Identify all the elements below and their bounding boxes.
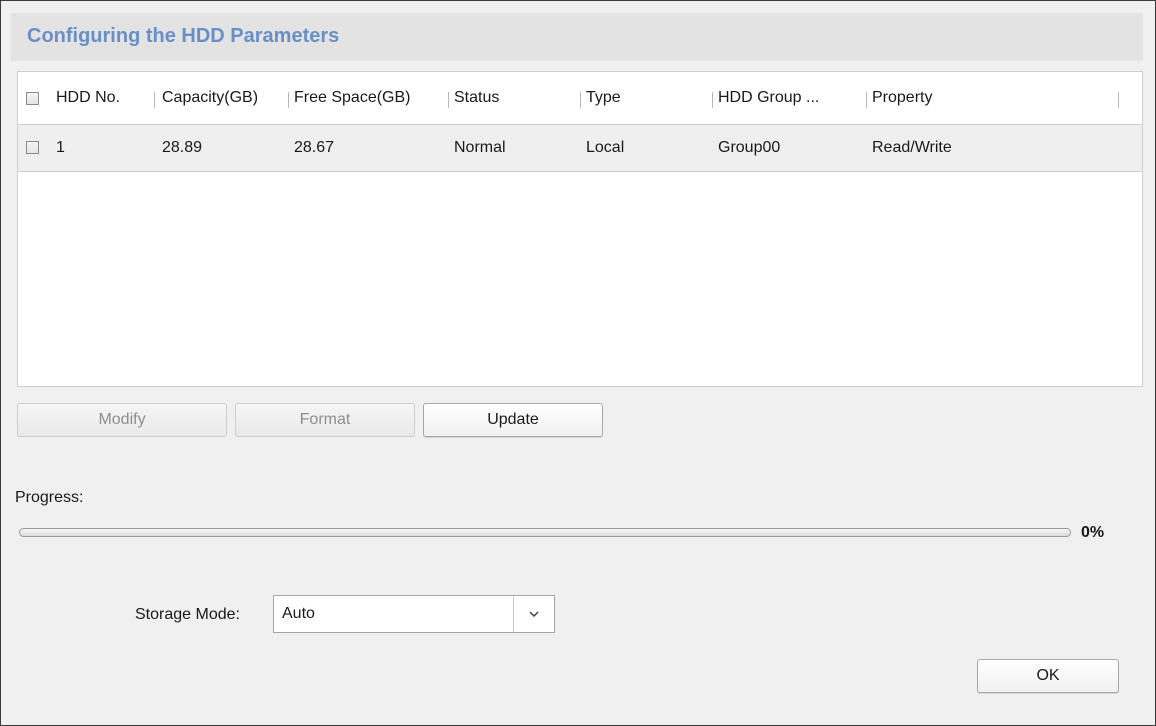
column-header-property[interactable]: Property (872, 72, 932, 124)
row-checkbox[interactable] (26, 141, 39, 154)
column-header-capacity[interactable]: Capacity(GB) (162, 72, 258, 124)
column-header-hdd-no[interactable]: HDD No. (56, 72, 120, 124)
cell-type: Local (586, 139, 625, 156)
column-separator[interactable] (1118, 92, 1119, 108)
storage-mode-label: Storage Mode: (135, 606, 240, 623)
cell-property: Read/Write (872, 139, 952, 156)
table-header: HDD No. Capacity(GB) Free Space(GB) Stat… (18, 72, 1142, 125)
column-separator[interactable] (288, 92, 289, 108)
cell-hdd-group: Group00 (718, 139, 781, 156)
progress-label: Progress: (15, 489, 84, 506)
ok-button[interactable]: OK (977, 659, 1119, 693)
cell-hdd-no: 1 (56, 139, 65, 156)
format-button[interactable]: Format (235, 403, 415, 437)
column-separator[interactable] (580, 92, 581, 108)
column-separator[interactable] (448, 92, 449, 108)
dialog-title: Configuring the HDD Parameters (27, 25, 340, 47)
column-header-free-space[interactable]: Free Space(GB) (294, 72, 410, 124)
cell-free-space: 28.67 (294, 139, 335, 156)
storage-mode-select[interactable]: Auto (273, 595, 555, 633)
cell-status: Normal (454, 139, 506, 156)
column-header-hdd-group[interactable]: HDD Group ... (718, 72, 819, 124)
modify-button[interactable]: Modify (17, 403, 227, 437)
dialog-header: Configuring the HDD Parameters (11, 13, 1143, 61)
column-header-status[interactable]: Status (454, 72, 499, 124)
cell-capacity: 28.89 (162, 139, 203, 156)
column-separator[interactable] (866, 92, 867, 108)
table-row[interactable]: 1 28.89 28.67 Normal Local Group00 Read/… (18, 125, 1142, 172)
column-header-type[interactable]: Type (586, 72, 621, 124)
column-separator[interactable] (154, 92, 155, 108)
chevron-down-icon[interactable] (513, 596, 554, 632)
update-button[interactable]: Update (423, 403, 603, 437)
progress-percent: 0% (1081, 524, 1105, 541)
select-all-checkbox[interactable] (26, 92, 39, 105)
column-separator[interactable] (712, 92, 713, 108)
hdd-table: HDD No. Capacity(GB) Free Space(GB) Stat… (17, 71, 1143, 387)
storage-mode-value: Auto (282, 605, 315, 622)
progress-bar (19, 528, 1071, 537)
hdd-config-window: Configuring the HDD Parameters HDD No. C… (0, 0, 1156, 726)
